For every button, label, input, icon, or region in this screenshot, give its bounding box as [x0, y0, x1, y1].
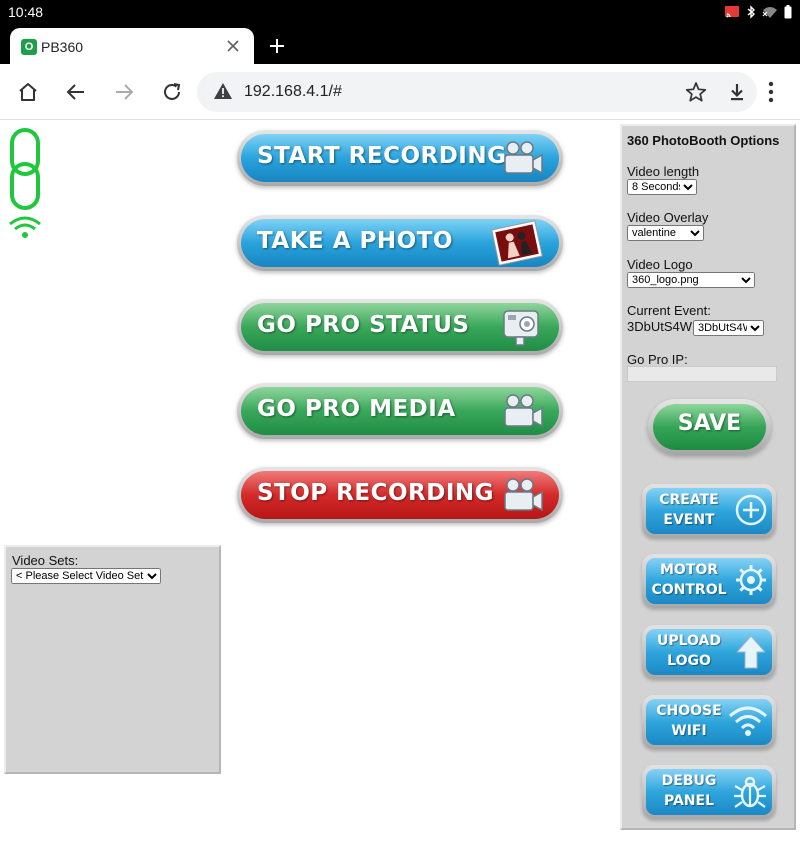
video-length-label: Video length [627, 164, 700, 179]
save-button[interactable]: SAVE [648, 399, 771, 455]
button-label: GO PRO MEDIA [257, 396, 456, 422]
video-logo-label: Video Logo [627, 257, 693, 272]
tab-title: PB360 [41, 39, 84, 55]
motor-control-button[interactable]: MOTOR CONTROL [642, 554, 776, 608]
gopro-camera-icon [501, 305, 545, 354]
options-panel: 360 PhotoBooth Options Video length 8 Se… [620, 124, 796, 830]
button-label-line2: LOGO [667, 653, 711, 669]
button-label: START RECORDING [257, 143, 507, 169]
plus-circle-icon [734, 493, 768, 532]
button-label-line2: EVENT [663, 512, 715, 528]
button-label-line1: CREATE [659, 492, 719, 508]
status-icons [724, 5, 792, 24]
go-pro-status-button[interactable]: GO PRO STATUS [237, 299, 563, 355]
button-label-line2: PANEL [663, 793, 714, 809]
go-pro-media-button[interactable]: GO PRO MEDIA [237, 383, 563, 439]
choose-wifi-button[interactable]: CHOOSE WIFI [642, 695, 776, 749]
video-camera-icon [501, 473, 545, 522]
create-event-button[interactable]: CREATE EVENT [642, 484, 776, 538]
video-camera-icon [501, 136, 545, 185]
stop-recording-button[interactable]: STOP RECORDING [237, 467, 563, 523]
current-event-label: Current Event: [627, 303, 711, 318]
button-label: TAKE A PHOTO [257, 228, 453, 254]
wifi-icon [728, 704, 768, 743]
gear-icon [734, 563, 768, 602]
take-photo-button[interactable]: TAKE A PHOTO [237, 215, 563, 271]
button-label: STOP RECORDING [257, 480, 495, 506]
upload-logo-button[interactable]: UPLOAD LOGO [642, 625, 776, 679]
button-label-line1: CHOOSE [656, 703, 722, 719]
gopro-ip-input[interactable] [627, 366, 777, 382]
photo-icon [489, 219, 545, 272]
button-label-line1: MOTOR [659, 562, 719, 578]
more-menu-icon[interactable] [768, 80, 774, 109]
close-tab-icon[interactable] [226, 34, 240, 59]
app-logo [8, 128, 42, 245]
forward-icon[interactable] [110, 78, 138, 106]
button-label-line2: CONTROL [651, 582, 727, 598]
video-length-select[interactable]: 8 Seconds [627, 179, 697, 195]
start-recording-button[interactable]: START RECORDING [237, 130, 563, 186]
video-sets-panel: Video Sets: < Please Select Video Set > [4, 545, 221, 774]
gopro-ip-label: Go Pro IP: [627, 352, 688, 367]
back-icon[interactable] [62, 78, 90, 106]
home-icon[interactable] [14, 78, 42, 106]
cast-icon [724, 5, 740, 24]
download-icon[interactable] [726, 81, 748, 108]
video-overlay-label: Video Overlay [627, 210, 709, 225]
address-bar[interactable]: 192.168.4.1/# [197, 72, 757, 112]
bug-icon [732, 774, 768, 815]
current-event-select[interactable]: 3DbUtS4W [693, 320, 764, 336]
save-label: SAVE [677, 411, 742, 436]
status-bar: 10:48 [0, 0, 800, 26]
bookmark-star-icon[interactable] [685, 81, 707, 108]
button-label-line1: UPLOAD [656, 633, 722, 649]
battery-icon [784, 5, 792, 24]
new-tab-icon[interactable] [268, 30, 286, 60]
current-event-name: 3DbUtS4W [627, 319, 693, 334]
not-secure-warning-icon[interactable] [213, 82, 233, 105]
reload-icon[interactable] [158, 78, 186, 106]
wifi-status-icon [762, 5, 778, 24]
video-sets-label: Video Sets: [12, 553, 79, 568]
tab-strip: O PB360 [0, 26, 800, 64]
video-sets-select[interactable]: < Please Select Video Set > [11, 568, 161, 584]
video-camera-icon [501, 389, 545, 438]
button-label-line1: DEBUG [661, 773, 717, 789]
video-logo-select[interactable]: 360_logo.png [627, 272, 755, 288]
screen: 10:48 O PB360 192.168.4.1/# START RECORD… [0, 0, 800, 860]
favicon-icon: O [21, 39, 37, 55]
browser-tab[interactable]: O PB360 [10, 28, 254, 64]
up-arrow-icon [734, 634, 768, 675]
debug-panel-button[interactable]: DEBUG PANEL [642, 765, 776, 819]
button-label-line2: WIFI [671, 723, 707, 739]
browser-toolbar: 192.168.4.1/# [0, 64, 800, 120]
bluetooth-icon [746, 5, 756, 24]
button-label: GO PRO STATUS [257, 312, 470, 338]
options-title: 360 PhotoBooth Options [627, 133, 780, 148]
clock: 10:48 [8, 4, 44, 20]
url-text[interactable]: 192.168.4.1/# [244, 83, 342, 101]
video-overlay-select[interactable]: valentine [627, 225, 704, 241]
